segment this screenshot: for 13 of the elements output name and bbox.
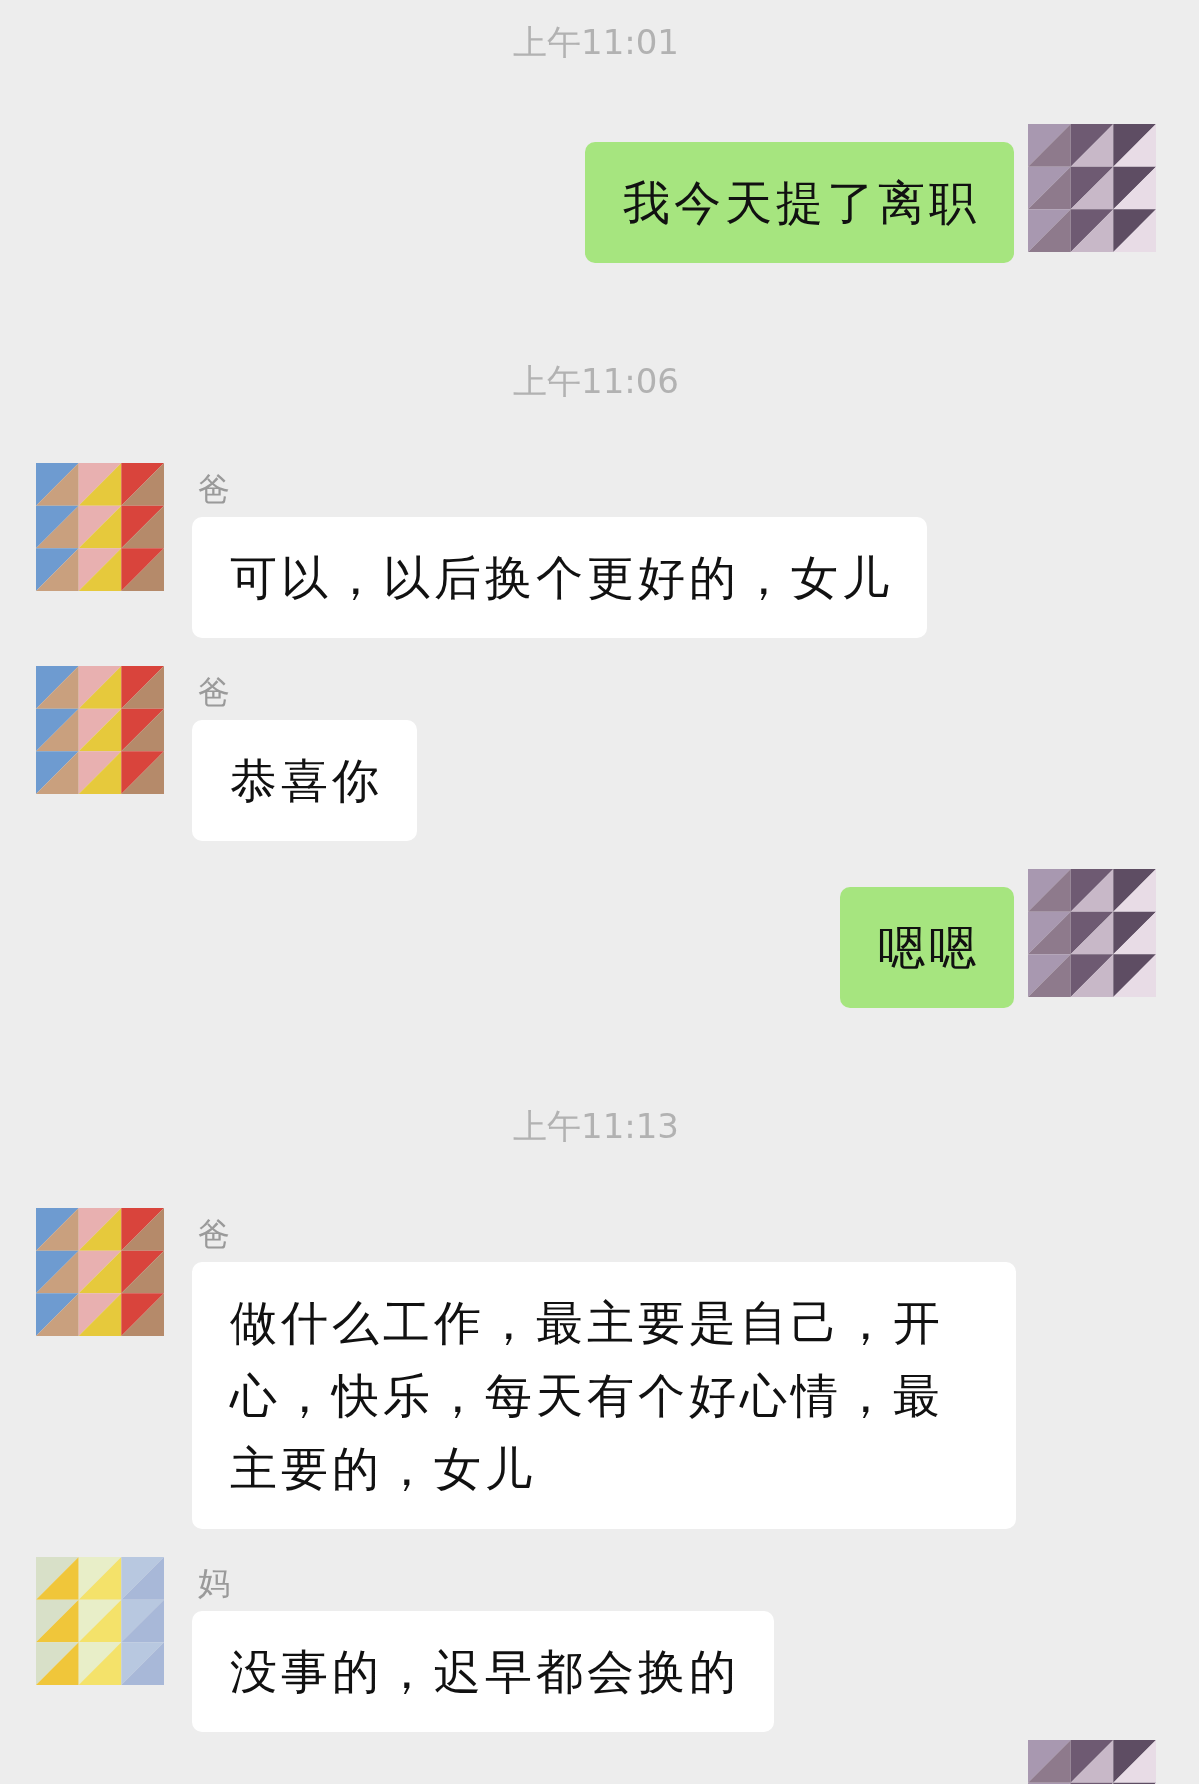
message-bubble: 没事的，迟早都会换的 — [192, 1611, 774, 1732]
timestamp: 上午11:06 — [513, 360, 679, 403]
timestamp: 上午11:01 — [513, 21, 679, 64]
message-bubble: 可以，以后换个更好的，女儿 — [192, 517, 927, 638]
sender-name: 妈 — [198, 1563, 230, 1603]
timestamp: 上午11:13 — [513, 1105, 679, 1148]
sender-name: 爸 — [198, 469, 230, 509]
message-bubble: 做什么工作，最主要是自己，开心，快乐，每天有个好心情，最主要的，女儿 — [192, 1262, 1016, 1529]
message-bubble: 我今天提了离职 — [585, 142, 1014, 263]
sender-name: 爸 — [198, 672, 230, 712]
sender-name: 爸 — [198, 1214, 230, 1254]
message-bubble: 恭喜你 — [192, 720, 417, 841]
message-bubble: 嗯嗯 — [840, 887, 1014, 1008]
